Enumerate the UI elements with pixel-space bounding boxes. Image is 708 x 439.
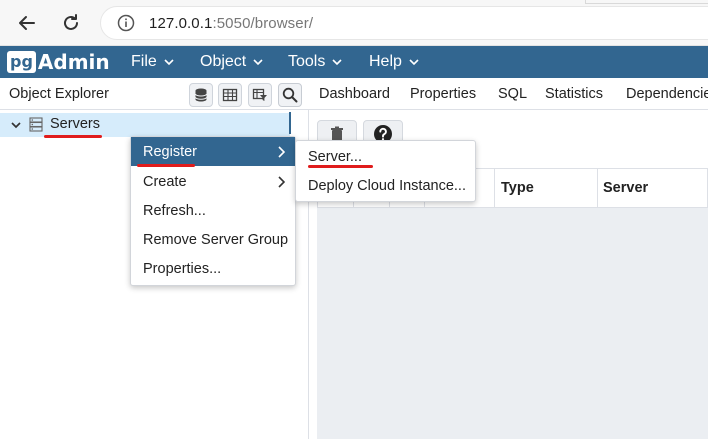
column-header-type[interactable]: Type [501, 180, 534, 196]
annotation-underline-servers [44, 135, 102, 138]
menu-item-properties-label: Properties... [143, 260, 222, 277]
menu-item-deploy-cloud-instance-label: Deploy Cloud Instance... [308, 177, 466, 194]
menu-item-create[interactable]: Create [131, 167, 295, 196]
url-host: 127.0.0.1 [149, 14, 213, 32]
column-header-server[interactable]: Server [603, 180, 648, 196]
menu-item-remove-server-group-label: Remove Server Group [143, 231, 289, 248]
menu-file-label: File [131, 53, 157, 70]
tab-dependencies[interactable]: Dependencies [626, 86, 708, 102]
chevron-down-icon [332, 59, 342, 66]
menu-item-properties[interactable]: Properties... [131, 254, 295, 283]
chevron-right-icon [278, 176, 285, 188]
menu-item-refresh[interactable]: Refresh... [131, 196, 295, 225]
tree-node-servers[interactable] [0, 113, 290, 137]
logo-admin: Admin [37, 50, 110, 74]
menu-item-register[interactable]: Register [131, 137, 295, 166]
chevron-down-icon[interactable] [10, 119, 22, 131]
reload-icon[interactable] [58, 10, 84, 36]
table-icon[interactable] [218, 83, 242, 107]
annotation-underline-register [137, 164, 195, 167]
menu-object-label: Object [200, 53, 247, 70]
server-group-icon [29, 117, 43, 132]
site-info-icon[interactable] [117, 14, 135, 32]
register-submenu: Server... Deploy Cloud Instance... [295, 140, 476, 202]
menu-tools[interactable]: Tools [288, 46, 342, 78]
chevron-down-icon [409, 59, 419, 66]
pgadmin-logo: pg Admin [7, 50, 110, 74]
tree-scroll-indicator [289, 112, 291, 134]
tab-statistics[interactable]: Statistics [545, 86, 603, 102]
tab-sql[interactable]: SQL [498, 86, 527, 102]
menu-item-register-label: Register [143, 143, 197, 160]
menu-item-refresh-label: Refresh... [143, 202, 206, 219]
menu-item-deploy-cloud-instance[interactable]: Deploy Cloud Instance... [296, 171, 475, 200]
menu-file[interactable]: File [131, 46, 174, 78]
menu-item-server-label: Server... [308, 148, 362, 165]
context-menu: Register Create Refresh... Remove Server… [130, 136, 296, 286]
chevron-down-icon [253, 59, 263, 66]
tab-dashboard[interactable]: Dashboard [319, 86, 390, 102]
annotation-underline-server [308, 165, 373, 168]
column-separator [494, 168, 495, 208]
back-arrow-icon[interactable] [14, 10, 40, 36]
search-icon[interactable] [278, 83, 302, 107]
menu-tools-label: Tools [288, 53, 326, 70]
chevron-right-icon [278, 146, 285, 158]
menu-help-label: Help [369, 53, 402, 70]
filter-table-icon[interactable] [248, 83, 272, 107]
database-icon[interactable] [189, 83, 213, 107]
browser-tab-edge [585, 0, 708, 4]
menu-item-remove-server-group[interactable]: Remove Server Group [131, 225, 295, 254]
url-path: :5050/browser/ [212, 14, 314, 32]
object-explorer-title: Object Explorer [9, 86, 109, 102]
app-navbar: pg Admin File Object Tools Help [0, 46, 708, 78]
tab-properties[interactable]: Properties [410, 86, 476, 102]
logo-pg: pg [7, 51, 36, 73]
column-separator [597, 168, 598, 208]
properties-table-body [317, 208, 708, 439]
chevron-down-icon [164, 59, 174, 66]
menu-help[interactable]: Help [369, 46, 419, 78]
menu-item-create-label: Create [143, 173, 187, 190]
tree-node-servers-label[interactable]: Servers [50, 116, 100, 132]
menu-object[interactable]: Object [200, 46, 263, 78]
url-text: 127.0.0.1:5050/browser/ [149, 15, 313, 32]
address-bar[interactable]: 127.0.0.1:5050/browser/ [100, 6, 708, 40]
